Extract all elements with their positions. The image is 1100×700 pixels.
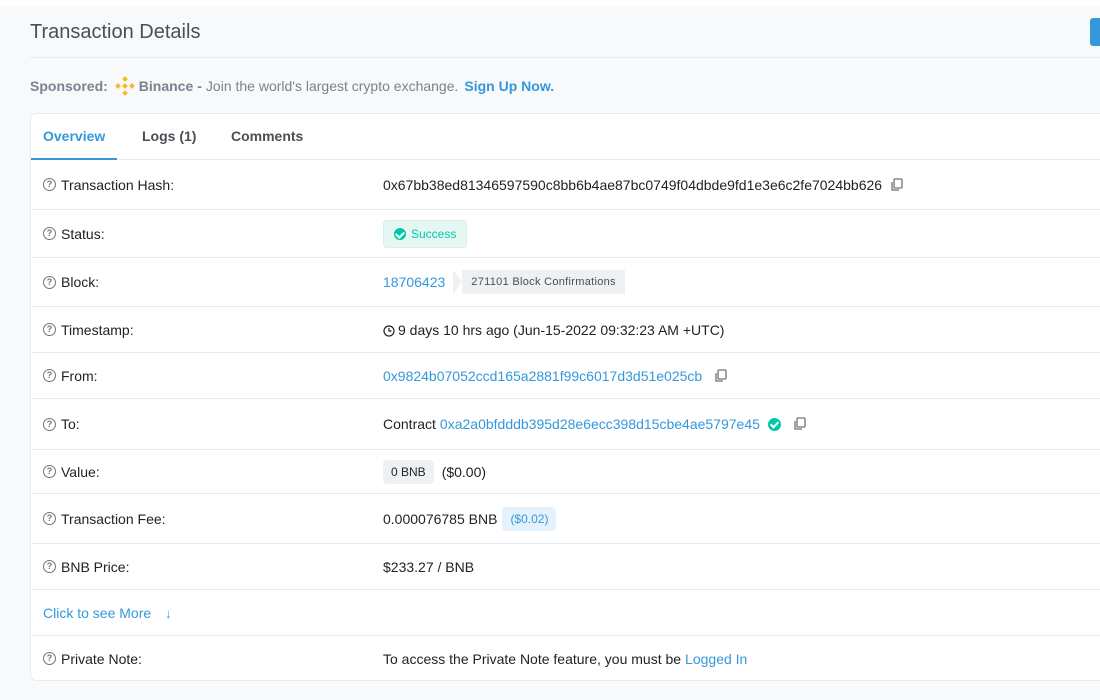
- status-badge: Success: [383, 219, 468, 248]
- row-label: Private Note:: [61, 650, 142, 667]
- row-value: ? Value: 0 BNB ($0.00): [31, 450, 1100, 494]
- help-icon[interactable]: ?: [43, 275, 56, 289]
- help-icon[interactable]: ?: [43, 652, 56, 665]
- see-more-link[interactable]: Click to see More ↓: [43, 590, 172, 636]
- help-icon[interactable]: ?: [43, 465, 56, 478]
- value-amount-badge: 0 BNB: [383, 459, 434, 484]
- transaction-hash-value: 0x67bb38ed81346597590c8bb6b4ae87bc0749f0…: [383, 176, 883, 193]
- row-private-note: ? Private Note: To access the Private No…: [31, 636, 1100, 681]
- help-icon[interactable]: ?: [43, 227, 56, 240]
- sign-up-link[interactable]: Sign Up Now.: [464, 78, 554, 94]
- row-label: To:: [61, 416, 80, 432]
- status-value: Success: [411, 226, 457, 241]
- logged-in-link[interactable]: Logged In: [685, 651, 747, 667]
- row-label: Block:: [61, 274, 100, 290]
- sponsor-brand: Binance: [138, 78, 194, 94]
- arrow-down-icon: ↓: [165, 606, 172, 621]
- row-label: Transaction Fee:: [61, 510, 166, 527]
- page-header: Transaction Details: [30, 6, 1100, 58]
- tab-logs[interactable]: Logs (1): [130, 114, 208, 160]
- binance-logo-icon: [114, 76, 135, 96]
- transaction-card: Overview Logs (1) Comments ? Transaction…: [30, 113, 1100, 681]
- bnb-price-value: $233.27 / BNB: [383, 558, 475, 575]
- row-from: ? From: 0x9824b07052ccd165a2881f99c6017d…: [31, 353, 1100, 399]
- success-check-icon: [394, 227, 406, 240]
- block-number-link[interactable]: 18706423: [383, 274, 445, 290]
- help-icon[interactable]: ?: [43, 560, 56, 573]
- header-action-button[interactable]: [1090, 18, 1100, 46]
- sponsor-description: Join the world's largest crypto exchange…: [205, 78, 459, 94]
- row-label: Status:: [61, 225, 105, 242]
- block-confirmations-badge: 271101 Block Confirmations: [453, 270, 625, 294]
- help-icon[interactable]: ?: [43, 369, 56, 382]
- timestamp-value: 9 days 10 hrs ago (Jun-15-2022 09:32:23 …: [398, 321, 725, 338]
- row-transaction-fee: ? Transaction Fee: 0.000076785 BNB ($0.0…: [31, 494, 1100, 544]
- to-address-link[interactable]: 0xa2a0bfdddb395d28e6ecc398d15cbe4ae5797e…: [440, 416, 760, 432]
- sponsored-banner: Sponsored: Binance - Join the world's la…: [30, 76, 554, 96]
- value-usd: ($0.00): [441, 463, 487, 480]
- fee-amount: 0.000076785 BNB: [383, 510, 498, 527]
- page-title: Transaction Details: [30, 21, 201, 43]
- fee-usd-badge: ($0.02): [502, 506, 557, 531]
- row-label: Timestamp:: [61, 321, 134, 338]
- private-note-text: To access the Private Note feature, you …: [383, 650, 682, 667]
- help-icon[interactable]: ?: [43, 178, 56, 191]
- clock-icon: [383, 324, 395, 337]
- copy-icon[interactable]: [714, 368, 728, 383]
- help-icon[interactable]: ?: [43, 417, 56, 431]
- row-block: ? Block: 18706423 271101 Block Confirmat…: [31, 258, 1100, 307]
- row-status: ? Status: Success: [31, 210, 1100, 258]
- sponsored-label: Sponsored:: [30, 78, 108, 94]
- see-more-label: Click to see More: [43, 605, 152, 621]
- tab-overview[interactable]: Overview: [31, 114, 118, 160]
- from-address-link[interactable]: 0x9824b07052ccd165a2881f99c6017d3d51e025…: [383, 368, 702, 384]
- row-label: From:: [61, 367, 98, 384]
- row-label: Value:: [61, 463, 100, 480]
- copy-icon[interactable]: [890, 177, 904, 192]
- row-to: ? To: Contract 0xa2a0bfdddb395d28e6ecc39…: [31, 399, 1100, 450]
- row-label: BNB Price:: [61, 558, 130, 575]
- tab-comments[interactable]: Comments: [219, 114, 315, 160]
- sponsor-dash: -: [197, 78, 202, 94]
- row-transaction-hash: ? Transaction Hash: 0x67bb38ed8134659759…: [31, 160, 1100, 210]
- row-label: Transaction Hash:: [61, 176, 175, 193]
- see-more-row: Click to see More ↓: [31, 590, 1100, 636]
- copy-icon[interactable]: [793, 417, 807, 431]
- verified-check-icon: [767, 417, 781, 431]
- row-bnb-price: ? BNB Price: $233.27 / BNB: [31, 544, 1100, 590]
- help-icon[interactable]: ?: [43, 512, 56, 525]
- row-timestamp: ? Timestamp: 9 days 10 hrs ago (Jun-15-2…: [31, 307, 1100, 353]
- help-icon[interactable]: ?: [43, 323, 56, 336]
- contract-prefix: Contract: [383, 416, 436, 432]
- tab-bar: Overview Logs (1) Comments: [31, 114, 1100, 160]
